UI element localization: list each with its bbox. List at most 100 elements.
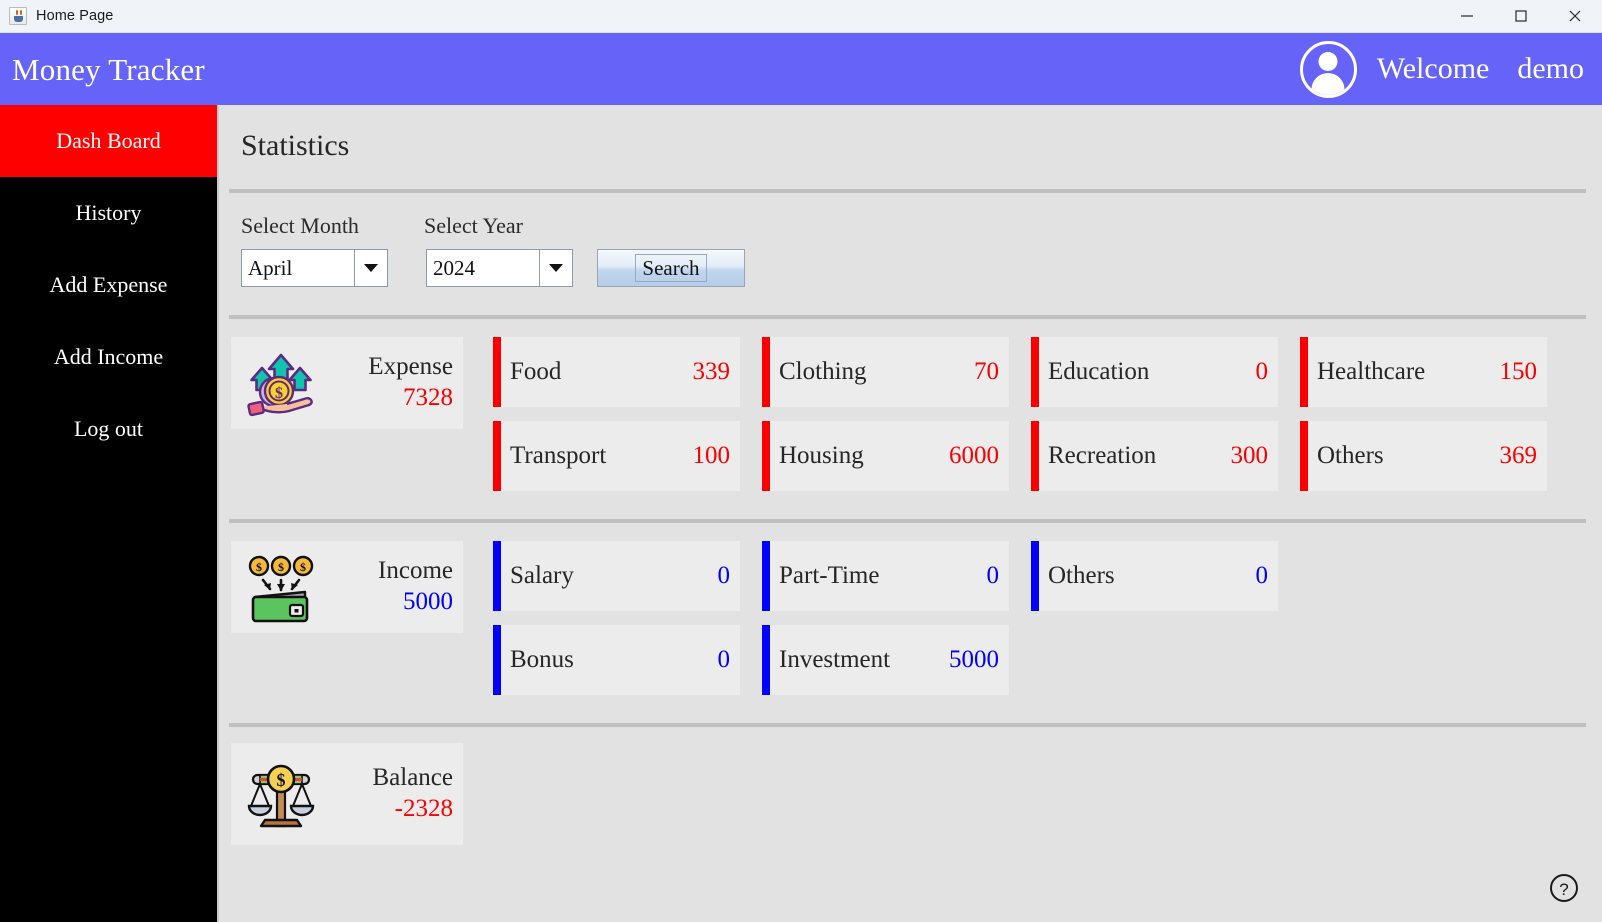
category-value: 70 (974, 358, 1009, 386)
sidebar-nav: Dash Board History Add Expense Add Incom… (0, 105, 219, 922)
accent-bar (493, 337, 501, 407)
sidebar-item-label: Log out (74, 416, 143, 442)
hand-holding-coin-icon: $ (241, 343, 321, 423)
category-value: 0 (987, 562, 1010, 590)
expense-category-column: Healthcare 150 Others 369 (1300, 337, 1547, 491)
svg-text:$: $ (278, 560, 284, 574)
search-button[interactable]: Search (597, 249, 745, 287)
expense-category-card-healthcare[interactable]: Healthcare 150 (1300, 337, 1547, 407)
income-category-column: Others 0 (1031, 541, 1278, 695)
accent-bar (493, 625, 501, 695)
year-select-value: 2024 (427, 250, 540, 286)
chevron-down-icon[interactable] (540, 250, 572, 286)
app-header: Money Tracker Welcome demo (0, 33, 1602, 105)
balance-summary-text: Balance -2328 (321, 764, 463, 824)
chevron-down-icon[interactable] (355, 250, 387, 286)
category-value: 300 (1231, 442, 1279, 470)
income-summary-text: Income 5000 (321, 557, 463, 617)
title-bar: Home Page (0, 0, 1602, 33)
application-window: Home Page Money Tracker Welcome demo (0, 0, 1602, 922)
category-value: 0 (718, 562, 741, 590)
accent-bar (762, 421, 770, 491)
accent-bar (1031, 541, 1039, 611)
income-category-card-others[interactable]: Others 0 (1031, 541, 1278, 611)
income-category-column: Part-Time 0 Investment 5000 (762, 541, 1009, 695)
category-name: Food (501, 358, 693, 386)
filter-labels: Select Month Select Year (241, 213, 1602, 239)
year-select[interactable]: 2024 (426, 249, 573, 287)
coins-into-wallet-icon: $ $ $ (241, 547, 321, 627)
minimize-button[interactable] (1440, 0, 1494, 33)
income-category-card-bonus[interactable]: Bonus 0 (493, 625, 740, 695)
balance-label: Balance (372, 764, 453, 793)
sidebar-item-history[interactable]: History (0, 177, 217, 249)
select-year-label: Select Year (424, 213, 523, 239)
search-button-label: Search (635, 254, 706, 282)
category-name: Part-Time (770, 562, 987, 590)
month-select-value: April (242, 250, 355, 286)
accent-bar (1300, 421, 1308, 491)
income-label: Income (378, 557, 453, 586)
category-value: 150 (1500, 358, 1548, 386)
svg-text:?: ? (1559, 880, 1568, 899)
maximize-button[interactable] (1494, 0, 1548, 33)
sidebar-item-label: Add Expense (50, 272, 168, 298)
category-name: Salary (501, 562, 718, 590)
sidebar-item-logout[interactable]: Log out (0, 393, 217, 465)
expense-category-card-others[interactable]: Others 369 (1300, 421, 1547, 491)
month-select[interactable]: April (241, 249, 388, 287)
expense-category-card-recreation[interactable]: Recreation 300 (1031, 421, 1278, 491)
expense-category-card-housing[interactable]: Housing 6000 (762, 421, 1009, 491)
expense-category-column: Clothing 70 Housing 6000 (762, 337, 1009, 491)
body-container: Dash Board History Add Expense Add Incom… (0, 105, 1602, 922)
category-name: Clothing (770, 358, 974, 386)
expense-summary-text: Expense 7328 (321, 353, 463, 413)
filter-controls: April 2024 Search (241, 249, 1602, 287)
user-avatar-icon (1300, 41, 1357, 98)
svg-text:$: $ (277, 770, 286, 790)
income-category-card-investment[interactable]: Investment 5000 (762, 625, 1009, 695)
sidebar-item-label: History (76, 200, 142, 226)
expense-category-card-transport[interactable]: Transport 100 (493, 421, 740, 491)
accent-bar (493, 541, 501, 611)
svg-text:$: $ (256, 560, 262, 574)
expense-category-column: Education 0 Recreation 300 (1031, 337, 1278, 491)
header-user-area: Welcome demo (1300, 33, 1584, 105)
svg-text:$: $ (300, 560, 306, 574)
income-amount: 5000 (403, 588, 453, 617)
welcome-label: Welcome (1377, 54, 1490, 84)
sidebar-item-add-income[interactable]: Add Income (0, 321, 217, 393)
accent-bar (762, 337, 770, 407)
income-category-card-salary[interactable]: Salary 0 (493, 541, 740, 611)
income-category-card-part-time[interactable]: Part-Time 0 (762, 541, 1009, 611)
income-category-column: Salary 0 Bonus 0 (493, 541, 740, 695)
expense-category-card-education[interactable]: Education 0 (1031, 337, 1278, 407)
java-icon (9, 7, 27, 25)
balance-scale-icon: $ (241, 754, 321, 834)
income-section: $ $ $ (219, 523, 1602, 695)
balance-section: $ Balance -2328 (219, 727, 1602, 845)
category-value: 0 (1256, 562, 1279, 590)
accent-bar (762, 625, 770, 695)
close-button[interactable] (1548, 0, 1602, 33)
category-name: Investment (770, 646, 949, 674)
income-summary-card: $ $ $ (231, 541, 463, 633)
expense-section: $ Expense 7328 Food (219, 319, 1602, 491)
expense-category-card-clothing[interactable]: Clothing 70 (762, 337, 1009, 407)
income-category-grid: Salary 0 Bonus 0 Part-Time (463, 541, 1602, 695)
income-category-card-placeholder (1031, 625, 1278, 695)
category-value: 5000 (949, 646, 1009, 674)
expense-label: Expense (368, 353, 453, 382)
accent-bar (493, 421, 501, 491)
accent-bar (1031, 421, 1039, 491)
sidebar-item-dashboard[interactable]: Dash Board (0, 105, 217, 177)
category-value: 6000 (949, 442, 1009, 470)
category-name: Others (1308, 442, 1500, 470)
expense-category-column: Food 339 Transport 100 (493, 337, 740, 491)
question-mark-icon[interactable]: ? (1548, 872, 1580, 904)
accent-bar (1300, 337, 1308, 407)
sidebar-item-add-expense[interactable]: Add Expense (0, 249, 217, 321)
expense-category-card-food[interactable]: Food 339 (493, 337, 740, 407)
category-value: 0 (1256, 358, 1279, 386)
category-name: Bonus (501, 646, 718, 674)
